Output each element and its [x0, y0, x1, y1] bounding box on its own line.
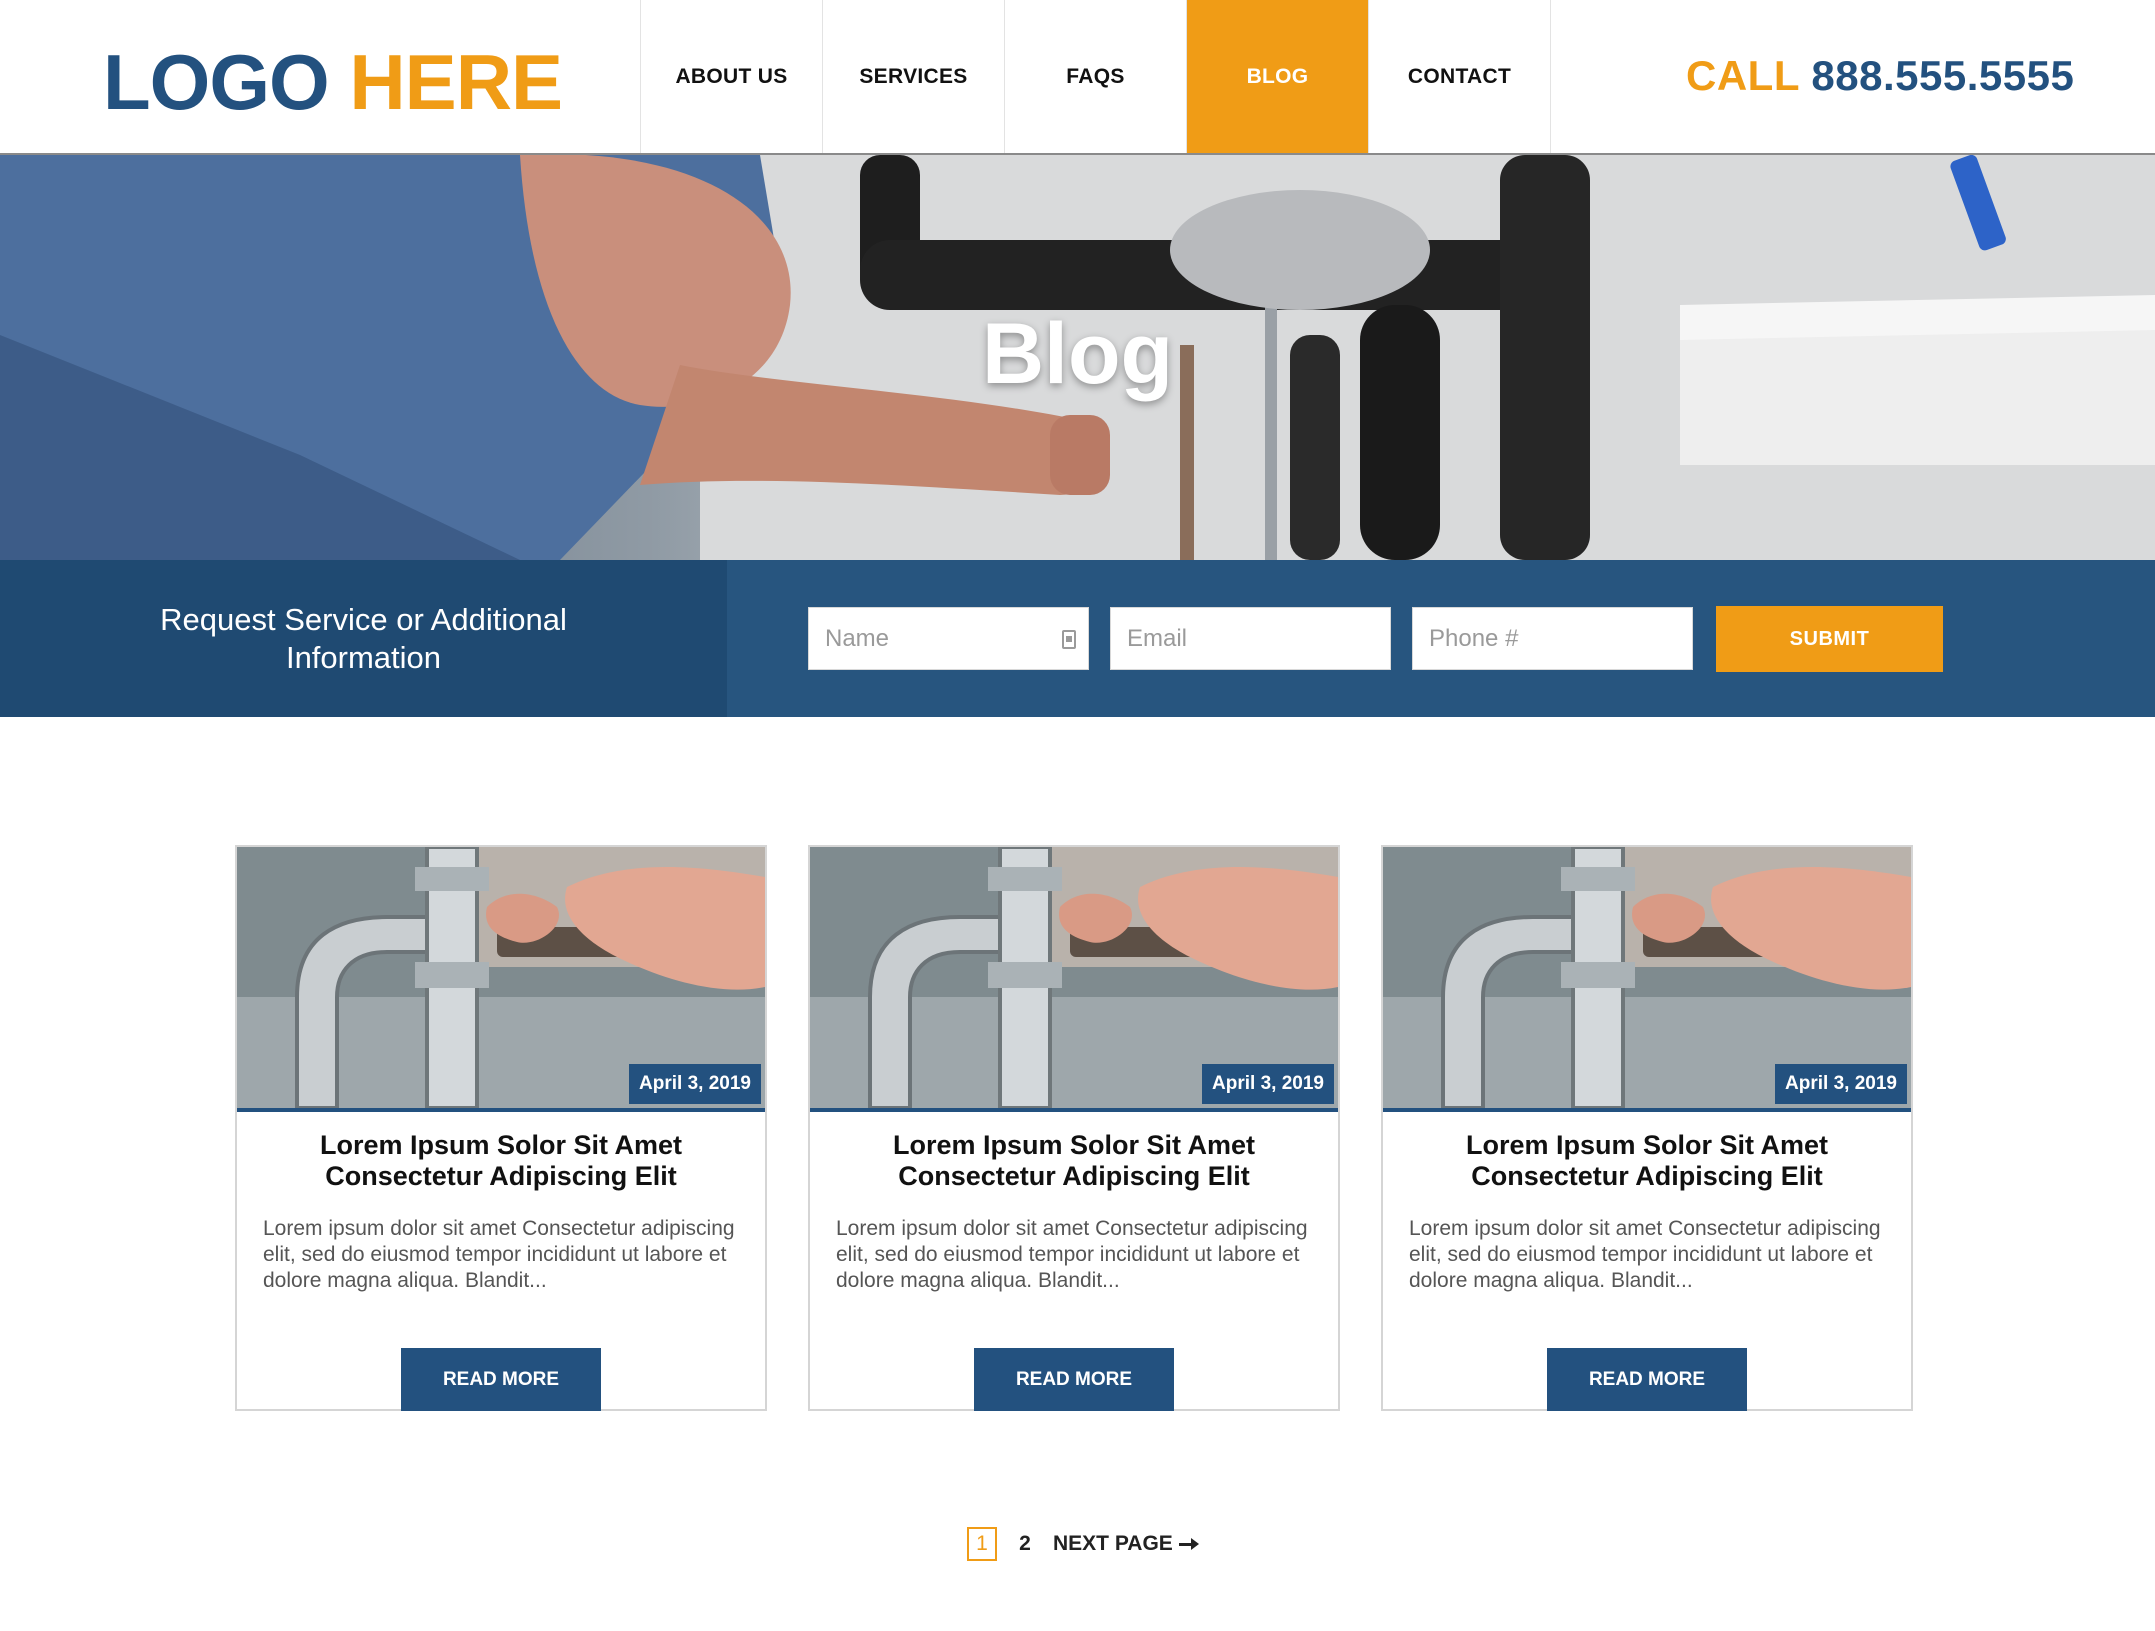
arrow-right-icon [1178, 1538, 1199, 1550]
post-excerpt: Lorem ipsum dolor sit amet Consectetur a… [1409, 1217, 1881, 1292]
logo-text-secondary: HERE [349, 38, 563, 126]
post-date-badge: April 3, 2019 [1202, 1064, 1334, 1104]
post-title[interactable]: Lorem Ipsum Solor Sit Amet Consectetur A… [1403, 1130, 1891, 1192]
post-date-badge: April 3, 2019 [629, 1064, 761, 1104]
logo-text-primary: LOGO [103, 38, 330, 126]
blog-card: April 3, 2019 Lorem Ipsum Solor Sit Amet… [808, 845, 1340, 1411]
phone-input[interactable] [1413, 608, 1692, 669]
post-excerpt: Lorem ipsum dolor sit amet Consectetur a… [263, 1217, 735, 1292]
name-field-wrapper [808, 607, 1089, 670]
nav-blog[interactable]: BLOG [1187, 0, 1369, 153]
blog-card-image[interactable]: April 3, 2019 [810, 847, 1338, 1112]
blog-card: April 3, 2019 Lorem Ipsum Solor Sit Amet… [235, 845, 767, 1411]
page-2-link[interactable]: 2 [1015, 1532, 1035, 1556]
name-input[interactable] [809, 608, 1088, 669]
next-page-label: NEXT PAGE [1053, 1532, 1173, 1555]
site-header: LOGO HERE ABOUT US SERVICES FAQS BLOG CO… [0, 0, 2155, 155]
nav-contact[interactable]: CONTACT [1369, 0, 1551, 153]
post-date-badge: April 3, 2019 [1775, 1064, 1907, 1104]
blog-card-image[interactable]: April 3, 2019 [237, 847, 765, 1112]
post-excerpt: Lorem ipsum dolor sit amet Consectetur a… [836, 1217, 1308, 1292]
page-title: Blog [981, 306, 1174, 402]
email-input[interactable] [1111, 608, 1390, 669]
read-more-button[interactable]: READ MORE [1547, 1348, 1747, 1411]
request-service-bar: Request Service or Additional Informatio… [0, 560, 2155, 717]
hero-banner: Blog [0, 155, 2155, 560]
blog-card-image[interactable]: April 3, 2019 [1383, 847, 1911, 1112]
post-title[interactable]: Lorem Ipsum Solor Sit Amet Consectetur A… [830, 1130, 1318, 1192]
next-page-link[interactable]: NEXT PAGE [1053, 1532, 1199, 1556]
nav-about-us[interactable]: ABOUT US [641, 0, 823, 153]
request-service-heading: Request Service or Additional Informatio… [0, 560, 727, 717]
nav-services[interactable]: SERVICES [823, 0, 1005, 153]
read-more-button[interactable]: READ MORE [401, 1348, 601, 1411]
blog-card: April 3, 2019 Lorem Ipsum Solor Sit Amet… [1381, 845, 1913, 1411]
read-more-button[interactable]: READ MORE [974, 1348, 1174, 1411]
main-nav: ABOUT US SERVICES FAQS BLOG CONTACT [640, 0, 1551, 153]
email-field-wrapper [1110, 607, 1391, 670]
contact-card-icon [1062, 630, 1076, 649]
post-title[interactable]: Lorem Ipsum Solor Sit Amet Consectetur A… [257, 1130, 745, 1192]
nav-faqs[interactable]: FAQS [1005, 0, 1187, 153]
submit-button[interactable]: SUBMIT [1716, 606, 1943, 672]
call-phone-link[interactable]: CALL 888.555.5555 [1686, 52, 2074, 100]
phone-field-wrapper [1412, 607, 1693, 670]
pagination: 1 2 NEXT PAGE [967, 1527, 1199, 1561]
call-label: CALL [1686, 52, 1800, 99]
page-current[interactable]: 1 [967, 1527, 997, 1561]
phone-number: 888.555.5555 [1811, 52, 2075, 99]
site-logo[interactable]: LOGO HERE [103, 42, 563, 122]
